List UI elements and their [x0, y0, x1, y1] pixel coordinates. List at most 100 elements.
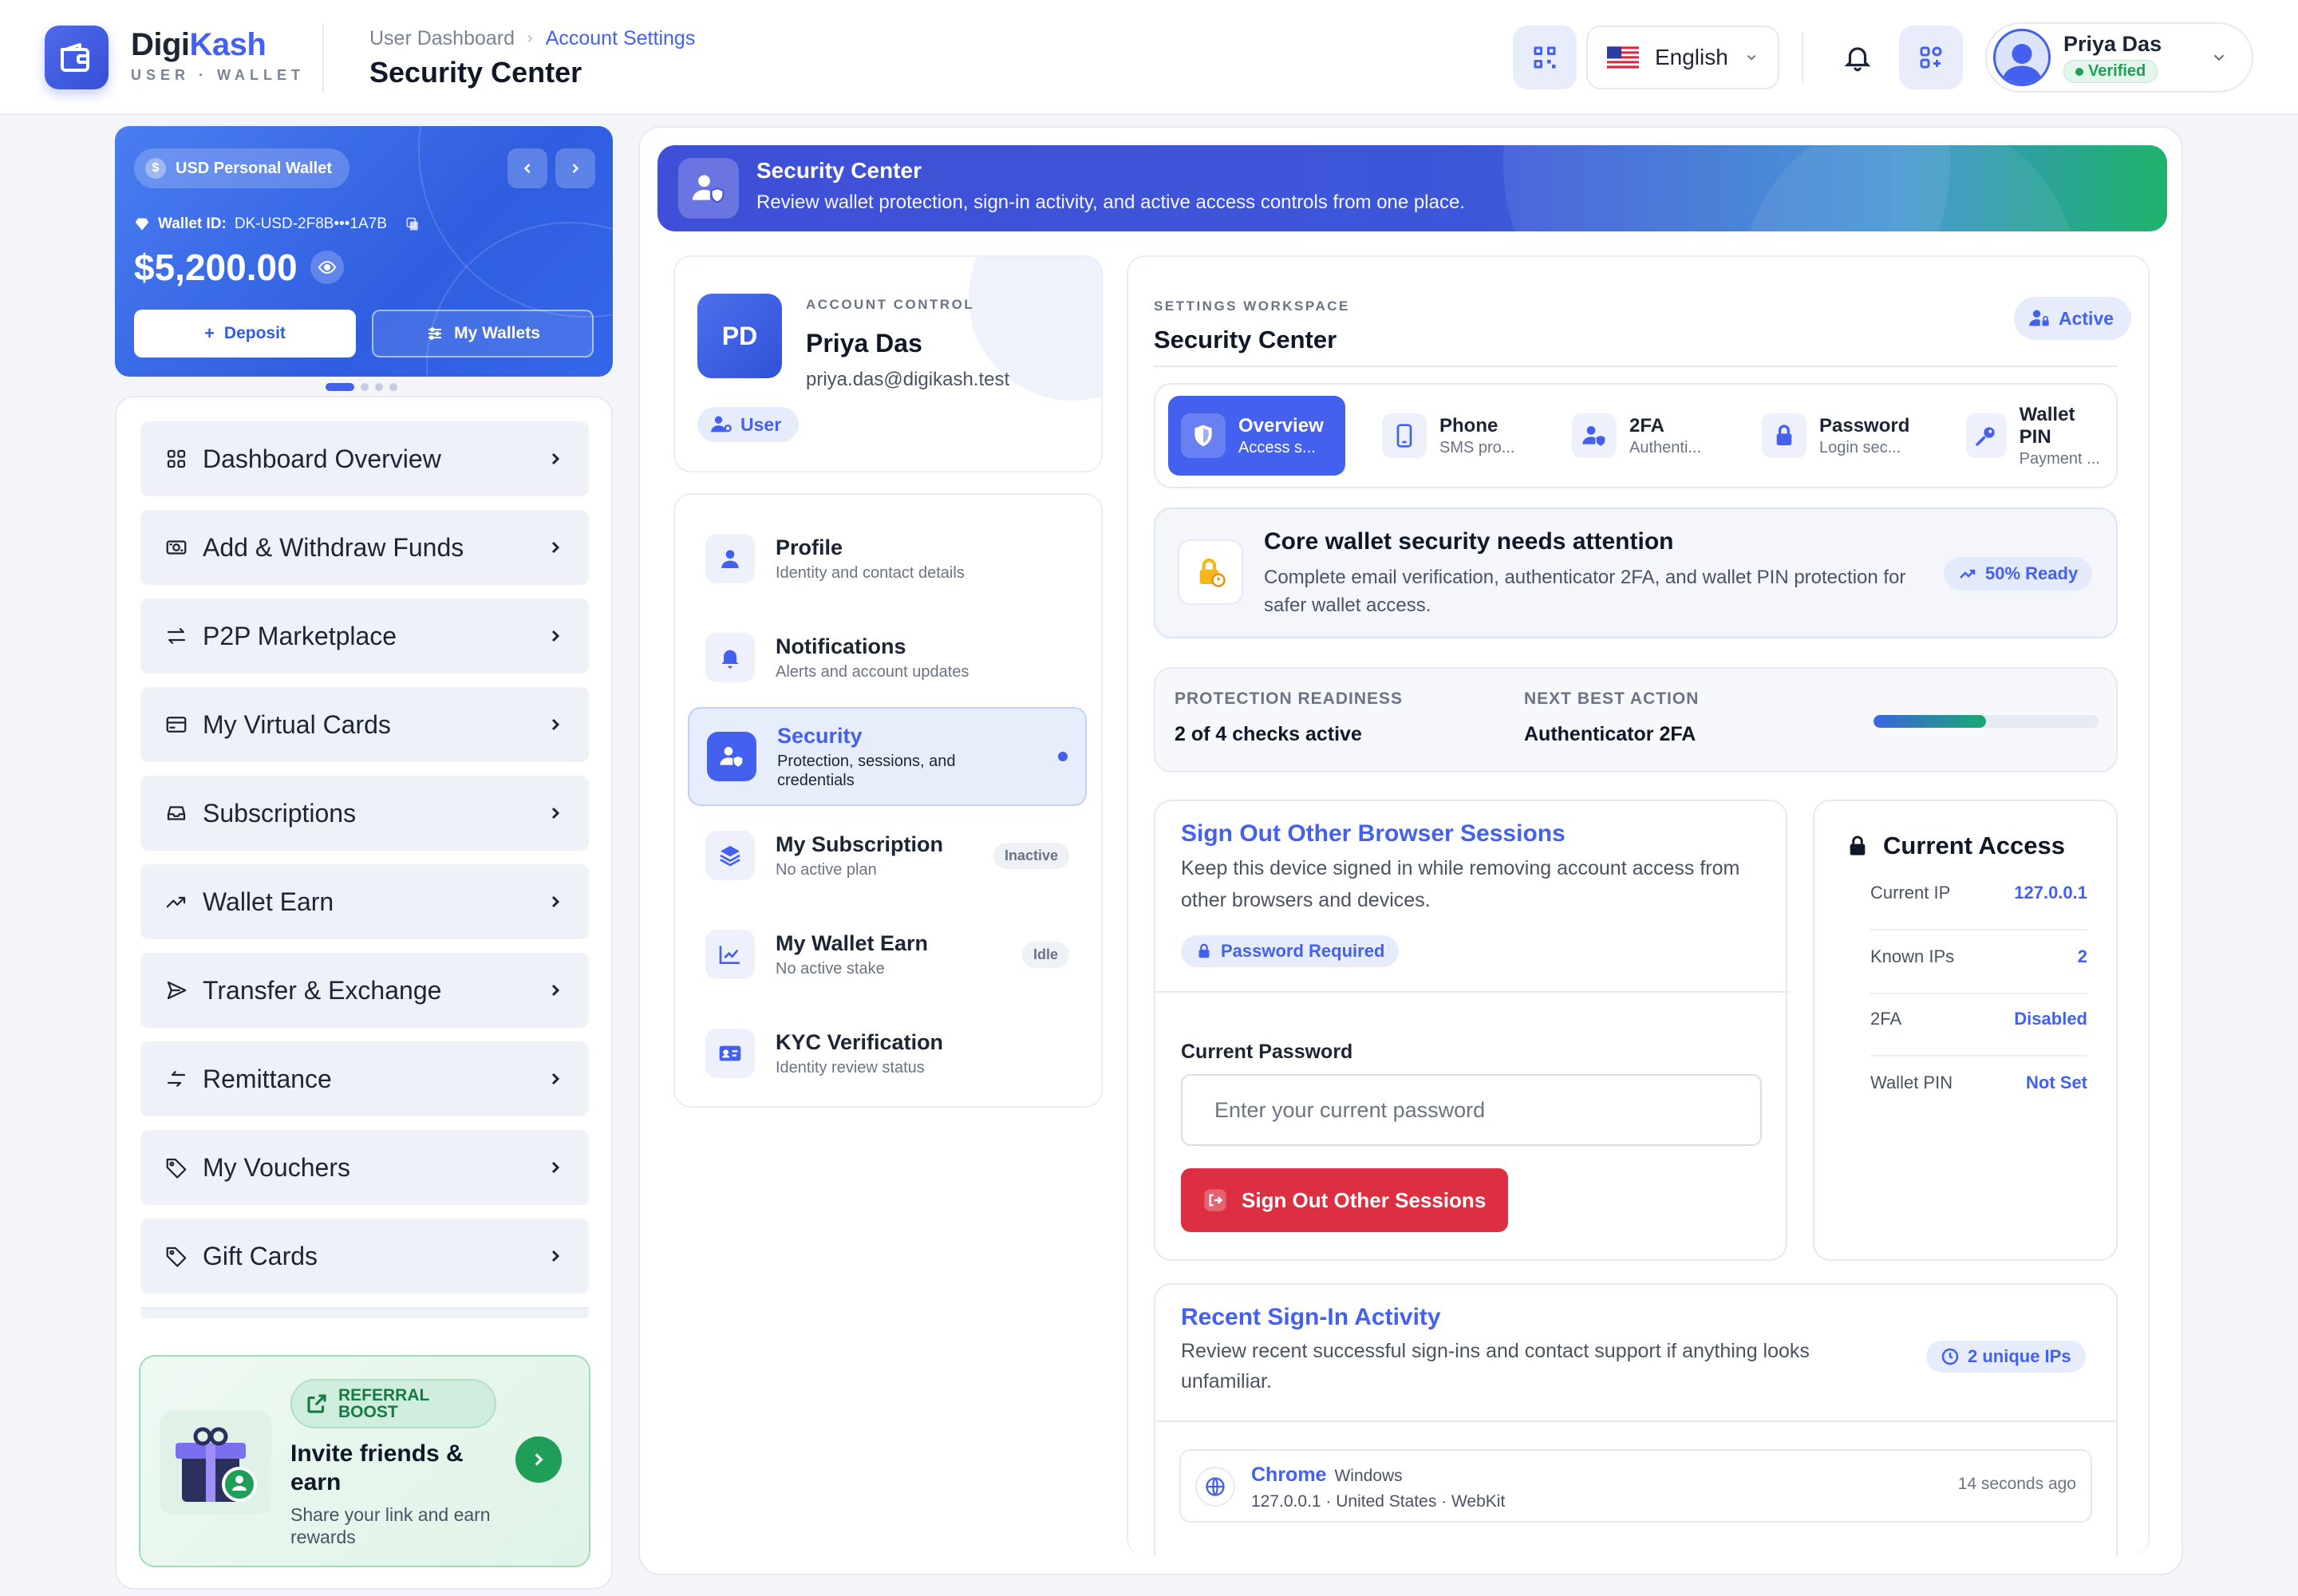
language-select[interactable]: English	[1586, 26, 1779, 89]
tab-phone[interactable]: Phone SMS pro...	[1369, 396, 1527, 476]
sidebar-item-more[interactable]	[140, 1307, 589, 1318]
brand-subtitle: USER · WALLET	[131, 67, 305, 83]
sidebar-item-subscriptions[interactable]: Subscriptions	[140, 776, 589, 851]
breadcrumb-item[interactable]: User Dashboard	[369, 27, 515, 50]
bell-icon	[705, 633, 755, 682]
notifications-button[interactable]	[1826, 26, 1889, 89]
us-flag-icon	[1607, 46, 1639, 69]
main-panel: Security Center Review wallet protection…	[638, 126, 2183, 1575]
chevron-right-icon	[551, 452, 560, 465]
settings-menu-my-subscription[interactable]: My Subscription No active plan Inactive	[688, 806, 1087, 905]
access-row: Known IPs 2	[1870, 946, 2087, 967]
tab-2fa[interactable]: 2FA Authenti...	[1559, 396, 1714, 476]
settings-menu-kyc-verification[interactable]: KYC Verification Identity review status	[688, 1004, 1087, 1103]
settings-menu-security[interactable]: Security Protection, sessions, and creden…	[688, 707, 1087, 806]
sidebar-item-my-virtual-cards[interactable]: My Virtual Cards	[140, 687, 589, 762]
wallet-logo-icon[interactable]	[45, 26, 109, 89]
tab-overview[interactable]: Overview Access s...	[1168, 396, 1345, 476]
wallet-balance: $5,200.00	[134, 246, 344, 289]
sidebar-item-label: P2P Marketplace	[203, 621, 397, 650]
chevron-right-icon	[551, 1250, 560, 1262]
swap-icon	[167, 628, 186, 644]
settings-workspace: SETTINGS WORKSPACE Security Center Activ…	[1127, 255, 2150, 1556]
sidebar-item-label: Gift Cards	[203, 1241, 318, 1270]
current-access-title: Current Access	[1846, 832, 2065, 860]
menu-item-subtitle: Protection, sessions, and credentials	[777, 752, 956, 789]
clock-icon	[1941, 1348, 1959, 1365]
dollar-icon: $	[145, 158, 166, 179]
sidebar-item-label: My Virtual Cards	[203, 709, 391, 739]
tab-title: Phone	[1439, 414, 1498, 437]
access-value: 2	[2077, 946, 2087, 966]
readiness-value: 2 of 4 checks active	[1175, 723, 1362, 745]
chevron-right-icon	[551, 1161, 560, 1174]
apps-button[interactable]	[1899, 26, 1963, 89]
plus-icon: +	[204, 323, 215, 343]
alert-title: Core wallet security needs attention	[1264, 528, 1674, 555]
globe-icon	[1195, 1467, 1235, 1507]
sidebar-item-label: My Vouchers	[203, 1152, 350, 1182]
sidebar-item-remittance[interactable]: Remittance	[140, 1041, 589, 1116]
session-time: 14 seconds ago	[1957, 1475, 2076, 1493]
referral-go-button[interactable]	[515, 1436, 562, 1483]
wallet-carousel-dots[interactable]	[326, 383, 397, 391]
breadcrumb: User Dashboard › Account Settings	[369, 27, 695, 50]
settings-menu: Profile Identity and contact details Notif…	[673, 493, 1103, 1108]
sign-out-sessions-button[interactable]: Sign Out Other Sessions	[1181, 1168, 1509, 1232]
sidebar-item-gift-cards[interactable]: Gift Cards	[140, 1219, 589, 1294]
deposit-button[interactable]: + Deposit	[134, 310, 356, 358]
user-name: Priya Das	[2063, 32, 2162, 56]
session-row[interactable]: Chrome Windows 127.0.0.1 · United States…	[1179, 1449, 2092, 1523]
wallet-name-pill[interactable]: $ USD Personal Wallet	[134, 148, 349, 188]
sidebar-item-transfer-exchange[interactable]: Transfer & Exchange	[140, 953, 589, 1028]
next-wallet-button[interactable]	[555, 148, 595, 188]
breadcrumb-item[interactable]: Account Settings	[546, 27, 696, 50]
layers-icon	[705, 831, 755, 880]
referral-card[interactable]: REFERRAL BOOST Invite friends & earn Sha…	[139, 1355, 590, 1567]
eye-icon[interactable]	[310, 251, 344, 284]
account-avatar: PD	[697, 294, 782, 378]
account-control-label: ACCOUNT CONTROL	[806, 297, 975, 312]
divider	[1802, 32, 1803, 83]
phone-icon	[1382, 413, 1427, 458]
user-menu[interactable]: Priya Das Verified	[1985, 22, 2253, 93]
lock-icon	[1762, 413, 1806, 458]
access-value: Disabled	[2014, 1009, 2087, 1029]
sidebar-item-my-vouchers[interactable]: My Vouchers	[140, 1130, 589, 1205]
prev-wallet-button[interactable]	[507, 148, 547, 188]
chevron-right-icon	[551, 984, 560, 997]
qr-button[interactable]	[1513, 26, 1577, 89]
card-icon	[166, 717, 187, 733]
security-tabs: Overview Access s... Phone SMS pro... 2FA Aut…	[1154, 383, 2118, 488]
my-wallets-button[interactable]: My Wallets	[372, 310, 594, 358]
copy-icon[interactable]	[405, 216, 421, 232]
user-avatar-icon	[2002, 44, 2042, 84]
divider	[140, 1307, 589, 1309]
readiness-badge: 50% Ready	[1944, 557, 2093, 591]
sidebar-item-dashboard-overview[interactable]: Dashboard Overview	[140, 421, 589, 496]
tab-wallet-pin[interactable]: Wallet PIN Payment ...	[1953, 396, 2116, 476]
settings-menu-profile[interactable]: Profile Identity and contact details	[688, 509, 1087, 608]
tab-subtitle: Authenti...	[1629, 438, 1702, 456]
settings-menu-my-wallet-earn[interactable]: My Wallet Earn No active stake Idle	[688, 905, 1087, 1004]
sidebar-item-add-withdraw-funds[interactable]: Add & Withdraw Funds	[140, 510, 589, 585]
exchange-icon	[167, 1071, 186, 1087]
divider	[1155, 991, 1789, 993]
sidebar-item-label: Add & Withdraw Funds	[203, 532, 464, 562]
current-password-input[interactable]	[1181, 1074, 1762, 1146]
session-meta: 127.0.0.1 · United States · WebKit	[1251, 1492, 1506, 1511]
menu-item-title: Security	[777, 723, 863, 748]
alert-description: Complete email verification, authenticat…	[1264, 567, 1906, 616]
access-value: Not Set	[2026, 1073, 2087, 1092]
user-shield-icon	[678, 158, 739, 219]
trend-icon	[166, 896, 186, 908]
sidebar-item-p2p-marketplace[interactable]: P2P Marketplace	[140, 598, 589, 674]
account-name: Priya Das	[806, 329, 922, 358]
settings-menu-notifications[interactable]: Notifications Alerts and account updates	[688, 608, 1087, 707]
password-required-badge: Password Required	[1181, 935, 1400, 967]
tab-subtitle: Login sec...	[1819, 438, 1901, 456]
user-shield-icon	[707, 732, 756, 781]
tab-password[interactable]: Password Login sec...	[1749, 396, 1922, 476]
grid-icon	[167, 449, 186, 468]
sidebar-item-wallet-earn[interactable]: Wallet Earn	[140, 864, 589, 939]
